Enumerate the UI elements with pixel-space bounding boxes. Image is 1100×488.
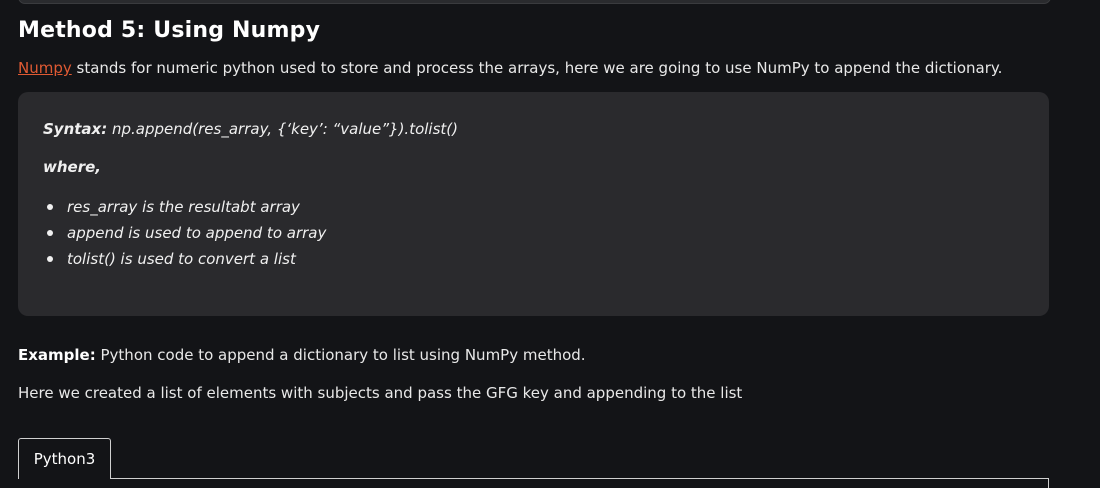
section-heading: Method 5: Using Numpy	[18, 18, 321, 43]
description-paragraph: Here we created a list of elements with …	[18, 384, 743, 402]
bullet-icon	[47, 204, 53, 210]
numpy-link[interactable]: Numpy	[18, 59, 72, 77]
syntax-line: Syntax: np.append(res_array, {‘key’: “va…	[43, 120, 458, 138]
intro-paragraph: Numpy stands for numeric python used to …	[18, 59, 1002, 77]
list-item-text: res_array is the resultabt array	[67, 198, 300, 216]
syntax-list: res_array is the resultabt array append …	[43, 194, 326, 272]
code-block-frame	[18, 478, 1049, 488]
list-item-text: tolist() is used to convert a list	[67, 250, 296, 268]
previous-code-box-edge	[18, 0, 1051, 4]
example-text: Python code to append a dictionary to li…	[95, 346, 586, 364]
syntax-box: Syntax: np.append(res_array, {‘key’: “va…	[18, 92, 1049, 316]
bullet-icon	[47, 230, 53, 236]
where-label: where,	[43, 158, 101, 176]
intro-text: stands for numeric python used to store …	[71, 59, 1003, 77]
bullet-icon	[47, 256, 53, 262]
example-paragraph: Example: Python code to append a diction…	[18, 346, 586, 364]
list-item: append is used to append to array	[43, 220, 326, 246]
list-item: tolist() is used to convert a list	[43, 246, 326, 272]
example-label: Example:	[18, 346, 96, 364]
tab-python3[interactable]: Python3	[18, 438, 111, 479]
list-item-text: append is used to append to array	[67, 224, 327, 242]
article-page: Method 5: Using Numpy Numpy stands for n…	[0, 0, 1100, 488]
syntax-code: np.append(res_array, {‘key’: “value”}).t…	[107, 120, 458, 138]
syntax-label: Syntax:	[43, 120, 108, 138]
list-item: res_array is the resultabt array	[43, 194, 326, 220]
